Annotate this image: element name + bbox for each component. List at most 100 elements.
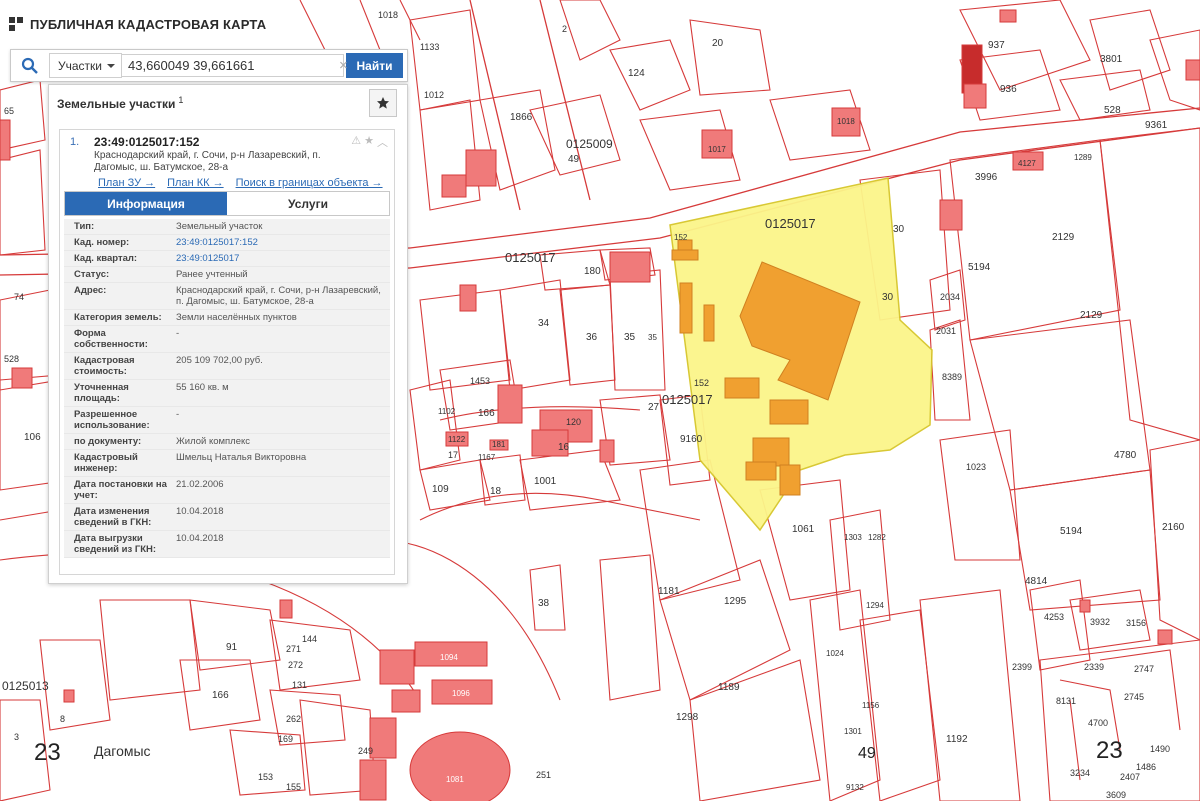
result-count: 1	[178, 95, 184, 105]
parcel-label: 1295	[724, 596, 747, 607]
object-type-select[interactable]: Участки	[49, 53, 122, 78]
quarter-label: 0125009	[566, 137, 613, 151]
property-row: Кадастровая стоимость: 205 109 702,00 руб…	[64, 353, 390, 380]
parcel-label: 936	[1000, 84, 1017, 95]
plan-zu-link[interactable]: План ЗУ →	[98, 177, 155, 189]
parcel-label: 124	[628, 68, 645, 79]
panel-title: Земельные участки 1	[57, 95, 183, 111]
tab-services[interactable]: Услуги	[227, 192, 389, 215]
property-row: Статус: Ранее учтенный	[64, 267, 390, 283]
result-number: 1.	[70, 136, 80, 148]
parcel-label: 91	[226, 642, 238, 653]
parcel-label: 9132	[846, 783, 864, 792]
app-header: ПУБЛИЧНАЯ КАДАСТРОВАЯ КАРТА	[8, 12, 266, 36]
parcel-label: 2745	[1124, 692, 1144, 702]
property-value: -	[176, 328, 180, 339]
parcel-label: 8131	[1056, 696, 1076, 706]
property-value[interactable]: 23:49:0125017:152	[172, 235, 390, 250]
parcel-label: 1289	[1074, 153, 1092, 162]
star-icon	[377, 97, 389, 109]
parcel-label: 4780	[1114, 450, 1137, 461]
parcel-label: 1181	[658, 586, 680, 597]
parcel-label: 1490	[1150, 744, 1170, 754]
parcel-label: 120	[566, 417, 581, 427]
property-value: 21.02.2006	[176, 479, 224, 490]
parcel-label: 1301	[844, 727, 862, 736]
parcel-label: 2	[562, 24, 567, 34]
parcel-label: 272	[288, 660, 303, 670]
parcel-label: 1486	[1136, 762, 1156, 772]
property-row: Дата выгрузки сведений из ГКН: 10.04.2018	[64, 531, 390, 558]
property-value: Краснодарский край, г. Сочи, р-н Лазарев…	[176, 285, 381, 307]
property-value: Жилой комплекс	[176, 436, 251, 447]
parcel-label: 8	[60, 714, 65, 724]
result-card[interactable]: 1. 23:49:0125017:152 ⚠ ★ ︿ Краснодарский…	[59, 129, 395, 575]
property-value: -	[176, 409, 180, 420]
search-input[interactable]	[122, 54, 344, 77]
plan-kk-link[interactable]: План КК →	[167, 177, 223, 189]
search-in-bounds-link[interactable]: Поиск в границах объекта →	[236, 177, 383, 189]
parcel-label: 1018	[837, 117, 855, 126]
property-row: по документу: Жилой комплекс	[64, 434, 390, 450]
parcel-label: 181	[492, 440, 506, 449]
parcel-label: 3234	[1070, 768, 1090, 778]
property-value[interactable]: 23:49:0125017	[172, 251, 390, 266]
parcel-label: 262	[286, 714, 301, 724]
parcel-label: 9160	[680, 434, 703, 445]
star-outline-icon[interactable]: ★	[364, 134, 374, 150]
parcel-label: 20	[712, 38, 724, 49]
parcel-label: 2339	[1084, 662, 1104, 672]
property-value: Земли населённых пунктов	[176, 312, 297, 323]
parcel-label: 106	[24, 432, 41, 443]
property-row: Категория земель: Земли населённых пункто…	[64, 310, 390, 326]
parcel-label: 65	[4, 106, 14, 116]
property-value: 55 160 кв. м	[176, 382, 229, 393]
property-label: Статус:	[74, 269, 110, 280]
property-row: Кадастровый инженер: Шмельц Наталья Викто…	[64, 450, 390, 477]
chevron-up-icon[interactable]: ︿	[377, 134, 388, 150]
parcel-label: 166	[478, 408, 495, 419]
parcel-label: 27	[648, 402, 660, 413]
property-label: Категория земель:	[74, 312, 162, 323]
parcel-label: 2034	[940, 292, 960, 302]
property-row: Дата изменения сведений в ГКН: 10.04.2018	[64, 504, 390, 531]
parcel-label: 49	[568, 154, 580, 165]
parcel-label: 1453	[470, 376, 490, 386]
parcel-label: 180	[584, 266, 601, 277]
find-button[interactable]: Найти	[346, 53, 403, 78]
parcel-label: 937	[988, 40, 1005, 51]
rosreestr-logo-icon	[9, 17, 23, 31]
parcel-label: 4814	[1025, 576, 1048, 587]
parcel-label: 74	[14, 292, 24, 302]
info-panel: Земельные участки 1 1. 23:49:0125017:152 …	[48, 84, 408, 584]
parcel-label: 5194	[1060, 526, 1083, 537]
parcel-label: 528	[1104, 105, 1121, 116]
clear-icon[interactable]: ×	[339, 57, 348, 74]
property-label: Дата изменения сведений в ГКН:	[74, 506, 152, 528]
property-label: Тип:	[74, 221, 95, 232]
parcel-label: 30	[882, 292, 894, 303]
parcel-label: 9361	[1145, 120, 1168, 131]
result-address: Краснодарский край, г. Сочи, р-н Лазарев…	[94, 150, 321, 173]
parcel-label: 34	[538, 318, 550, 329]
parcel-label: 3156	[1126, 618, 1146, 628]
property-value: Земельный участок	[176, 221, 263, 232]
result-tabs: Информация Услуги	[64, 191, 390, 216]
parcel-label: 16	[558, 442, 570, 453]
favorites-button[interactable]	[369, 89, 397, 117]
search-bar: Участки × Найти	[10, 49, 408, 82]
parcel-label: 109	[432, 484, 449, 495]
property-label: по документу:	[74, 436, 142, 447]
property-row: Тип: Земельный участок	[64, 219, 390, 235]
search-toggle-button[interactable]	[11, 50, 49, 81]
tab-information[interactable]: Информация	[65, 192, 227, 215]
parcel-label: 2129	[1080, 310, 1103, 321]
property-label: Уточненная площадь:	[74, 382, 129, 404]
parcel-label: 36	[586, 332, 598, 343]
parcel-label: 1012	[424, 90, 444, 100]
property-row: Уточненная площадь: 55 160 кв. м	[64, 380, 390, 407]
parcel-label: 2399	[1012, 662, 1032, 672]
warning-icon[interactable]: ⚠	[351, 134, 361, 150]
parcel-label: 2747	[1134, 664, 1154, 674]
parcel-label: 1298	[676, 712, 699, 723]
